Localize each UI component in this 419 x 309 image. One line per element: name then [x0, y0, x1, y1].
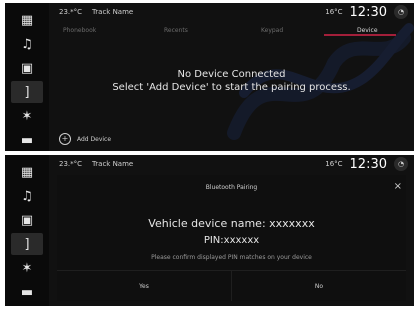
music-icon[interactable]: ♫: [11, 33, 43, 55]
weather-text: 16°C: [325, 160, 343, 168]
phone-device-icon[interactable]: ▣: [11, 209, 43, 231]
left-rail: ▦ ♫ ▣ ] ✶ ▬: [5, 155, 49, 306]
tab-keypad[interactable]: Keypad: [261, 27, 283, 34]
pairing-pin: PIN:xxxxxx: [203, 235, 260, 246]
pairing-note: Please confirm displayed PIN matches on …: [151, 254, 312, 261]
bracket-icon[interactable]: ]: [11, 233, 43, 255]
bluetooth-pairing-dialog: Bluetooth Pairing × Vehicle device name:…: [57, 175, 406, 301]
main-area: 23.*°C Track Name 16°C 12:30 ◔ Phonebook…: [49, 3, 414, 151]
temperature-text: 23.*°C: [59, 8, 83, 16]
car-icon[interactable]: ▬: [11, 129, 43, 151]
car-icon[interactable]: ▬: [11, 281, 43, 303]
track-name-text: Track Name: [92, 160, 134, 168]
weather-text: 16°C: [325, 8, 343, 16]
dialog-title: Bluetooth Pairing: [205, 184, 258, 191]
phone-tabs: Phonebook Recents Keypad Device: [49, 21, 414, 37]
phone-device-icon[interactable]: ▣: [11, 57, 43, 79]
no-device-title: No Device Connected: [177, 69, 286, 80]
tab-recents[interactable]: Recents: [164, 27, 188, 34]
no-device-instructions: Select 'Add Device' to start the pairing…: [112, 82, 351, 93]
bracket-icon[interactable]: ]: [11, 81, 43, 103]
add-device-button[interactable]: + Add Device: [59, 133, 111, 145]
temperature-text: 23.*°C: [59, 160, 83, 168]
clock-time: 12:30: [349, 156, 387, 172]
status-bar: 23.*°C Track Name 16°C 12:30 ◔: [49, 3, 414, 21]
tab-phonebook[interactable]: Phonebook: [63, 27, 96, 34]
vehicle-device-name: Vehicle device name: xxxxxxx: [148, 217, 315, 230]
grid-icon[interactable]: ▦: [11, 9, 43, 31]
close-icon[interactable]: ×: [394, 181, 402, 192]
fan-icon[interactable]: ✶: [11, 257, 43, 279]
add-device-label: Add Device: [77, 135, 112, 143]
no-button[interactable]: No: [232, 271, 406, 301]
fan-icon[interactable]: ✶: [11, 105, 43, 127]
pairing-screen: ▦ ♫ ▣ ] ✶ ▬ 23.*°C Track Name 16°C 12:30…: [5, 155, 414, 306]
music-icon[interactable]: ♫: [11, 185, 43, 207]
status-bar: 23.*°C Track Name 16°C 12:30 ◔: [49, 155, 414, 173]
clock-time: 12:30: [349, 4, 387, 20]
main-area: 23.*°C Track Name 16°C 12:30 ◔ Bluetooth…: [49, 155, 414, 306]
profile-icon[interactable]: ◔: [394, 157, 408, 171]
dialog-buttons: Yes No: [57, 270, 406, 301]
left-rail: ▦ ♫ ▣ ] ✶ ▬: [5, 3, 49, 151]
track-name-text: Track Name: [92, 8, 134, 16]
device-screen: ▦ ♫ ▣ ] ✶ ▬ 23.*°C Track Name 16°C 12:30…: [5, 3, 414, 151]
tab-device[interactable]: Device: [357, 27, 378, 34]
yes-button[interactable]: Yes: [57, 271, 231, 301]
active-tab-indicator: [324, 34, 396, 36]
plus-icon: +: [59, 133, 71, 145]
profile-icon[interactable]: ◔: [394, 5, 408, 19]
grid-icon[interactable]: ▦: [11, 161, 43, 183]
